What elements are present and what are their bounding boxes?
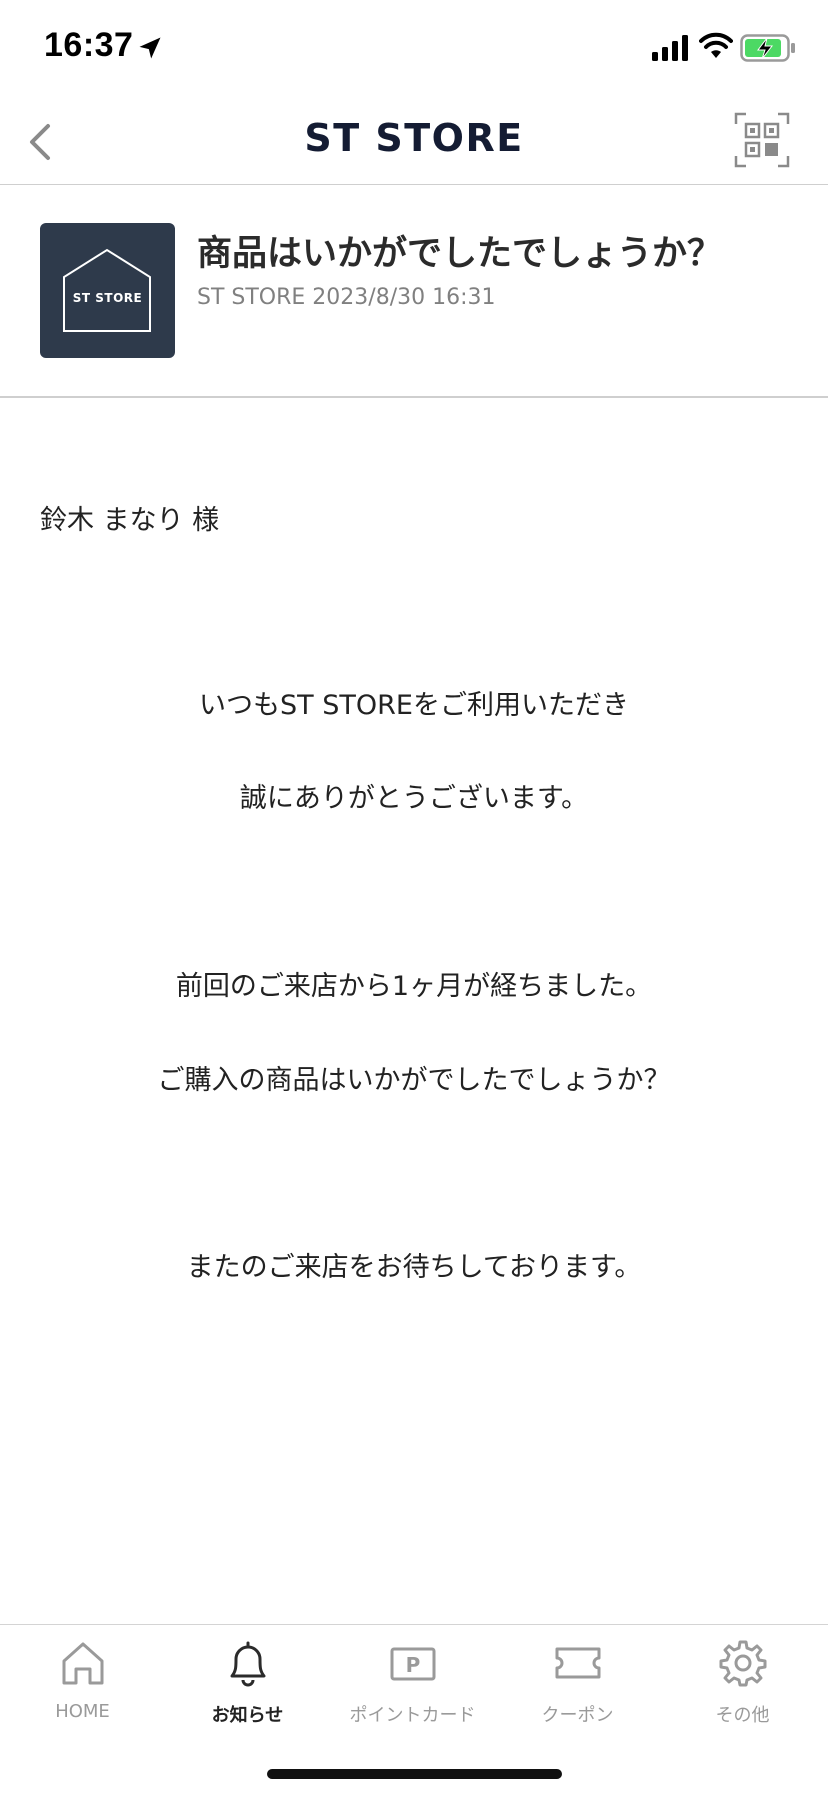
tab-other[interactable]: その他 [660,1639,825,1739]
body-line: いつもST STOREをご利用いただき [199,690,629,721]
tab-home[interactable]: HOME [0,1639,165,1739]
body-line: またのご来店をお待ちしております。 [186,1252,642,1283]
wifi-icon [699,32,733,58]
recipient-name: 鈴木 まなり 様 [40,505,220,536]
tab-coupon[interactable]: クーポン [495,1639,660,1739]
battery-charging-icon [740,34,795,62]
status-bar: 16:37 [0,0,828,100]
tab-bar: HOME お知らせ P ポイントカード クーポン その他 [0,1624,828,1793]
store-logo: ST STORE [40,223,175,358]
nav-bar: ST STORE [0,100,828,185]
tab-point-card[interactable]: P ポイントカード [330,1639,495,1739]
store-logo-text: ST STORE [72,291,143,305]
body-line: 誠にありがとうございます。 [239,783,589,814]
message-meta: ST STORE 2023/8/30 16:31 [197,285,496,310]
bell-icon [230,1641,265,1687]
svg-text:P: P [405,1653,420,1677]
tab-label: お知らせ [211,1705,284,1726]
message-title: 商品はいかがでしたでしょうか？ [197,234,723,274]
qr-scan-icon[interactable] [734,112,790,168]
page-title: ST STORE [304,116,524,160]
point-card-icon: P [390,1647,435,1681]
tab-label: その他 [715,1705,770,1726]
body-line: 前回のご来店から1ヶ月が経ちました。 [175,971,653,1002]
status-time: 16:37 [44,26,134,64]
tab-label: クーポン [541,1705,614,1726]
tab-label: HOME [55,1701,110,1722]
home-indicator [267,1769,562,1779]
tab-label: ポイントカード [349,1705,476,1726]
location-arrow-icon [139,37,161,59]
cellular-signal-icon [652,35,688,61]
coupon-icon [555,1647,600,1679]
gear-icon [719,1640,766,1687]
tab-notifications[interactable]: お知らせ [165,1639,330,1739]
message-header: ST STORE 商品はいかがでしたでしょうか？ ST STORE 2023/8… [0,185,828,398]
home-icon [62,1642,103,1685]
body-line: ご購入の商品はいかがでしたでしょうか？ [157,1065,671,1096]
